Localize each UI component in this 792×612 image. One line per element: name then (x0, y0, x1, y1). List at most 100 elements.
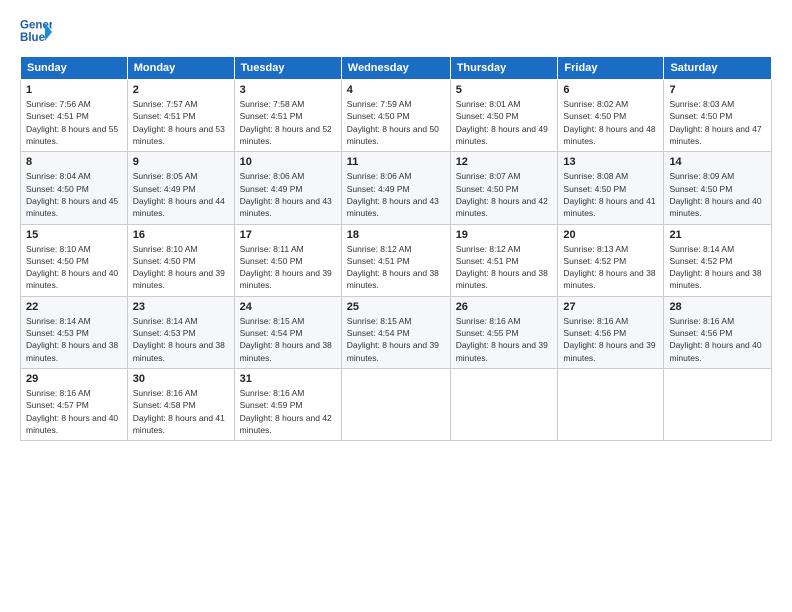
calendar-cell: 20 Sunrise: 8:13 AMSunset: 4:52 PMDayligh… (558, 224, 664, 296)
calendar-cell: 24 Sunrise: 8:15 AMSunset: 4:54 PMDayligh… (234, 296, 341, 368)
calendar-cell (450, 369, 558, 441)
calendar-cell: 22 Sunrise: 8:14 AMSunset: 4:53 PMDayligh… (21, 296, 128, 368)
calendar-cell: 23Sunrise: 8:14 AMSunset: 4:53 PMDayligh… (127, 296, 234, 368)
calendar-cell: 8 Sunrise: 8:04 AMSunset: 4:50 PMDaylight… (21, 152, 128, 224)
day-number: 25 (347, 301, 445, 313)
day-detail: Sunrise: 8:05 AMSunset: 4:49 PMDaylight:… (133, 170, 229, 219)
day-detail: Sunrise: 8:14 AMSunset: 4:52 PMDaylight:… (669, 243, 766, 292)
day-number: 14 (669, 156, 766, 168)
calendar-cell: 29Sunrise: 8:16 AMSunset: 4:57 PMDayligh… (21, 369, 128, 441)
calendar-cell: 16 Sunrise: 8:10 AMSunset: 4:50 PMDayligh… (127, 224, 234, 296)
weekday-header-monday: Monday (127, 57, 234, 80)
day-number: 7 (669, 84, 766, 96)
calendar-cell: 10 Sunrise: 8:06 AMSunset: 4:49 PMDayligh… (234, 152, 341, 224)
day-detail: Sunrise: 8:06 AMSunset: 4:49 PMDaylight:… (240, 170, 336, 219)
page: General Blue SundayMondayTuesdayWednesda… (0, 0, 792, 612)
calendar-cell: 12Sunrise: 8:07 AMSunset: 4:50 PMDayligh… (450, 152, 558, 224)
day-number: 31 (240, 373, 336, 385)
day-detail: Sunrise: 8:06 AMSunset: 4:49 PMDaylight:… (347, 170, 445, 219)
day-detail: Sunrise: 8:16 AMSunset: 4:59 PMDaylight:… (240, 387, 336, 436)
weekday-header-thursday: Thursday (450, 57, 558, 80)
calendar-cell: 17 Sunrise: 8:11 AMSunset: 4:50 PMDayligh… (234, 224, 341, 296)
day-number: 1 (26, 84, 122, 96)
day-detail: Sunrise: 8:02 AMSunset: 4:50 PMDaylight:… (563, 98, 658, 147)
weekday-header-row: SundayMondayTuesdayWednesdayThursdayFrid… (21, 57, 772, 80)
calendar-cell: 9 Sunrise: 8:05 AMSunset: 4:49 PMDaylight… (127, 152, 234, 224)
calendar-week-5: 29Sunrise: 8:16 AMSunset: 4:57 PMDayligh… (21, 369, 772, 441)
day-number: 12 (456, 156, 553, 168)
calendar-body: 1Sunrise: 7:56 AMSunset: 4:51 PMDaylight… (21, 80, 772, 441)
calendar-cell: 1Sunrise: 7:56 AMSunset: 4:51 PMDaylight… (21, 80, 128, 152)
day-number: 24 (240, 301, 336, 313)
calendar-cell: 5Sunrise: 8:01 AMSunset: 4:50 PMDaylight… (450, 80, 558, 152)
day-detail: Sunrise: 8:12 AMSunset: 4:51 PMDaylight:… (456, 243, 553, 292)
calendar-week-3: 15 Sunrise: 8:10 AMSunset: 4:50 PMDayligh… (21, 224, 772, 296)
calendar-week-4: 22 Sunrise: 8:14 AMSunset: 4:53 PMDayligh… (21, 296, 772, 368)
weekday-header-saturday: Saturday (664, 57, 772, 80)
day-number: 30 (133, 373, 229, 385)
day-detail: Sunrise: 8:09 AMSunset: 4:50 PMDaylight:… (669, 170, 766, 219)
day-number: 18 (347, 229, 445, 241)
calendar-week-2: 8 Sunrise: 8:04 AMSunset: 4:50 PMDaylight… (21, 152, 772, 224)
day-number: 22 (26, 301, 122, 313)
day-number: 20 (563, 229, 658, 241)
day-detail: Sunrise: 8:15 AMSunset: 4:54 PMDaylight:… (240, 315, 336, 364)
day-detail: Sunrise: 7:58 AMSunset: 4:51 PMDaylight:… (240, 98, 336, 147)
calendar-cell: 6 Sunrise: 8:02 AMSunset: 4:50 PMDaylight… (558, 80, 664, 152)
calendar-cell (558, 369, 664, 441)
calendar-cell: 4 Sunrise: 7:59 AMSunset: 4:50 PMDaylight… (341, 80, 450, 152)
calendar-cell: 2Sunrise: 7:57 AMSunset: 4:51 PMDaylight… (127, 80, 234, 152)
calendar-cell: 30Sunrise: 8:16 AMSunset: 4:58 PMDayligh… (127, 369, 234, 441)
header-area: General Blue (20, 16, 772, 48)
calendar-cell: 7 Sunrise: 8:03 AMSunset: 4:50 PMDaylight… (664, 80, 772, 152)
day-number: 5 (456, 84, 553, 96)
day-detail: Sunrise: 8:16 AMSunset: 4:55 PMDaylight:… (456, 315, 553, 364)
calendar-cell: 27 Sunrise: 8:16 AMSunset: 4:56 PMDayligh… (558, 296, 664, 368)
day-detail: Sunrise: 8:08 AMSunset: 4:50 PMDaylight:… (563, 170, 658, 219)
day-detail: Sunrise: 8:04 AMSunset: 4:50 PMDaylight:… (26, 170, 122, 219)
weekday-header-sunday: Sunday (21, 57, 128, 80)
day-detail: Sunrise: 8:12 AMSunset: 4:51 PMDaylight:… (347, 243, 445, 292)
day-number: 17 (240, 229, 336, 241)
day-detail: Sunrise: 8:14 AMSunset: 4:53 PMDaylight:… (26, 315, 122, 364)
day-detail: Sunrise: 8:10 AMSunset: 4:50 PMDaylight:… (133, 243, 229, 292)
svg-text:Blue: Blue (20, 32, 46, 44)
day-number: 23 (133, 301, 229, 313)
day-detail: Sunrise: 8:16 AMSunset: 4:57 PMDaylight:… (26, 387, 122, 436)
day-number: 27 (563, 301, 658, 313)
day-detail: Sunrise: 8:11 AMSunset: 4:50 PMDaylight:… (240, 243, 336, 292)
calendar-table: SundayMondayTuesdayWednesdayThursdayFrid… (20, 56, 772, 441)
calendar-cell (664, 369, 772, 441)
day-number: 3 (240, 84, 336, 96)
day-detail: Sunrise: 8:03 AMSunset: 4:50 PMDaylight:… (669, 98, 766, 147)
calendar-cell: 14 Sunrise: 8:09 AMSunset: 4:50 PMDayligh… (664, 152, 772, 224)
day-number: 6 (563, 84, 658, 96)
day-number: 13 (563, 156, 658, 168)
calendar-cell: 26 Sunrise: 8:16 AMSunset: 4:55 PMDayligh… (450, 296, 558, 368)
calendar-cell: 3 Sunrise: 7:58 AMSunset: 4:51 PMDaylight… (234, 80, 341, 152)
calendar-cell: 11 Sunrise: 8:06 AMSunset: 4:49 PMDayligh… (341, 152, 450, 224)
day-number: 8 (26, 156, 122, 168)
calendar-cell: 31 Sunrise: 8:16 AMSunset: 4:59 PMDayligh… (234, 369, 341, 441)
day-detail: Sunrise: 8:13 AMSunset: 4:52 PMDaylight:… (563, 243, 658, 292)
day-detail: Sunrise: 7:59 AMSunset: 4:50 PMDaylight:… (347, 98, 445, 147)
calendar-cell: 21 Sunrise: 8:14 AMSunset: 4:52 PMDayligh… (664, 224, 772, 296)
day-number: 10 (240, 156, 336, 168)
day-detail: Sunrise: 8:16 AMSunset: 4:56 PMDaylight:… (563, 315, 658, 364)
calendar-cell: 13 Sunrise: 8:08 AMSunset: 4:50 PMDayligh… (558, 152, 664, 224)
day-number: 16 (133, 229, 229, 241)
day-detail: Sunrise: 7:57 AMSunset: 4:51 PMDaylight:… (133, 98, 229, 147)
day-number: 4 (347, 84, 445, 96)
day-number: 21 (669, 229, 766, 241)
day-number: 15 (26, 229, 122, 241)
logo: General Blue (20, 16, 56, 48)
day-number: 26 (456, 301, 553, 313)
day-number: 28 (669, 301, 766, 313)
calendar-cell (341, 369, 450, 441)
day-detail: Sunrise: 8:10 AMSunset: 4:50 PMDaylight:… (26, 243, 122, 292)
day-number: 9 (133, 156, 229, 168)
weekday-header-friday: Friday (558, 57, 664, 80)
day-number: 11 (347, 156, 445, 168)
calendar-cell: 18 Sunrise: 8:12 AMSunset: 4:51 PMDayligh… (341, 224, 450, 296)
calendar-cell: 15 Sunrise: 8:10 AMSunset: 4:50 PMDayligh… (21, 224, 128, 296)
